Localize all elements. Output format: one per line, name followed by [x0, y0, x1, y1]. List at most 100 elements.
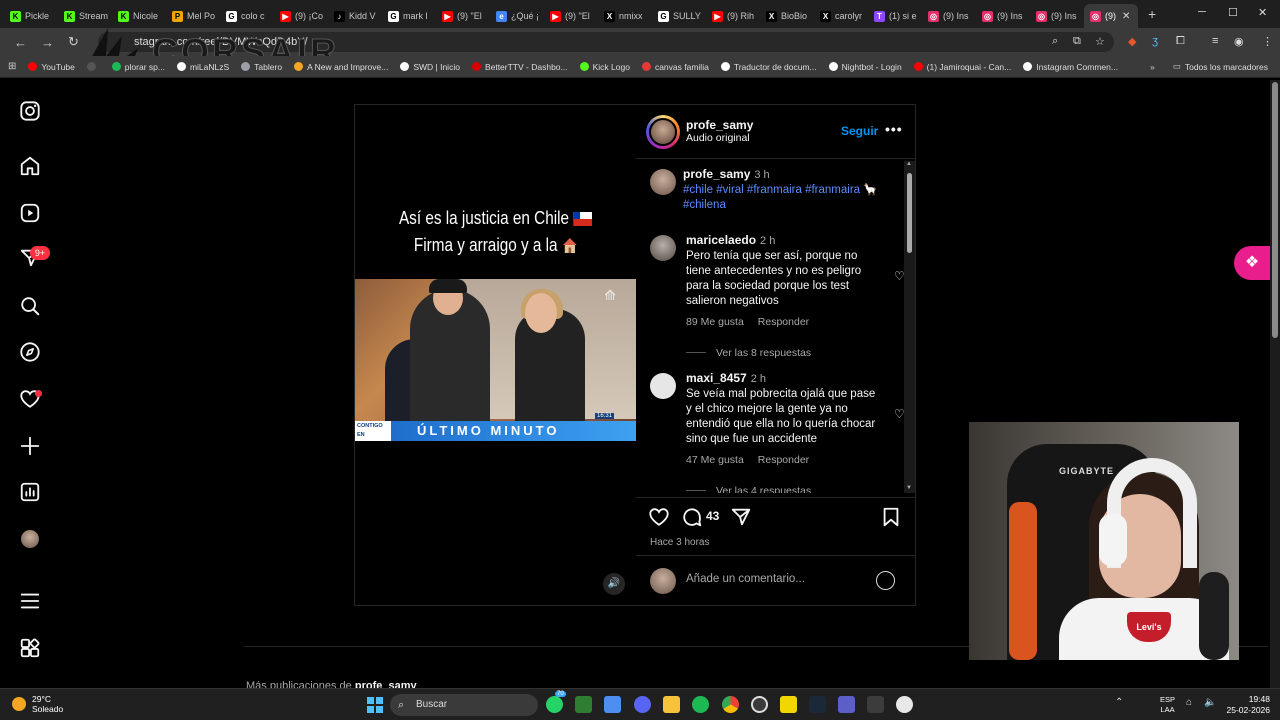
create-plus-icon[interactable] [19, 435, 41, 457]
steam-icon[interactable] [809, 696, 826, 713]
forward-icon[interactable]: → [41, 35, 54, 50]
obs-icon[interactable] [751, 696, 768, 713]
caption-username[interactable]: profe_samy [683, 167, 750, 181]
instagram-logo-icon[interactable] [19, 100, 41, 122]
language-indicator[interactable]: ESP LAA [1160, 695, 1175, 715]
comment-avatar[interactable] [650, 373, 676, 399]
browser-tab[interactable]: X BioBio [760, 4, 814, 28]
more-options-icon[interactable]: ••• [885, 121, 903, 137]
reply-button[interactable]: Responder [758, 454, 809, 466]
profile-avatar[interactable]: ◉ [1234, 35, 1244, 48]
bookmark-item[interactable]: (1) Jamiroquai - Can... [913, 62, 1011, 72]
bookmark-item[interactable]: Tablero [241, 62, 282, 72]
new-tab-button[interactable]: + [1148, 6, 1156, 22]
caption-hashtags[interactable]: #chile #viral #franmaira #franmaira 🦙 #c… [683, 184, 878, 211]
spotify-icon[interactable] [692, 696, 709, 713]
post-time[interactable]: Hace 3 horas [650, 537, 709, 548]
reply-button[interactable]: Responder [758, 316, 809, 328]
owner-avatar[interactable] [646, 115, 680, 149]
comment-likes[interactable]: 89 Me gusta [686, 316, 744, 328]
save-bookmark-icon[interactable] [880, 506, 902, 528]
caption-avatar[interactable] [650, 169, 676, 195]
audio-link[interactable]: Audio original [686, 132, 753, 144]
comments-scrollbar[interactable]: ▲ ▼ [904, 161, 915, 493]
excel-icon[interactable] [575, 696, 592, 713]
follow-button[interactable]: Seguir [841, 124, 878, 138]
install-icon[interactable]: ⧉ [1073, 35, 1081, 48]
discord-icon[interactable] [634, 696, 651, 713]
reel-media[interactable]: Así es la justicia en Chile Firma y arra… [355, 105, 636, 605]
also-from-meta-icon[interactable] [19, 637, 41, 659]
volume-icon[interactable]: 🔈 [1204, 697, 1216, 708]
browser-tab[interactable]: Gmark l [382, 4, 436, 28]
add-comment-input[interactable]: Añade un comentario... [686, 573, 805, 585]
bookmark-item[interactable] [86, 62, 100, 71]
browser-tab[interactable]: ◎ (9) Ins [1030, 4, 1084, 28]
apps-grid-icon[interactable]: ⊞ [8, 61, 16, 72]
bookmarks-overflow-icon[interactable]: » [1150, 62, 1155, 72]
system-clock[interactable]: 19:48 25-02-2026 [1222, 694, 1270, 716]
comment-username[interactable]: maxi_8457 [686, 371, 747, 385]
all-bookmarks[interactable]: » ▭ Todos los marcadores [1150, 61, 1268, 72]
browser-tab[interactable]: ▶ (9) Rih [706, 4, 760, 28]
page-scrollbar[interactable] [1270, 80, 1280, 688]
bookmark-item[interactable]: canvas familia [641, 62, 709, 72]
browser-tab[interactable]: ◎ (9) Ins [922, 4, 976, 28]
browser-tab[interactable]: G SULLY [652, 4, 706, 28]
comment-likes[interactable]: 47 Me gusta [686, 454, 744, 466]
whatsapp-icon[interactable] [546, 696, 563, 713]
weather-widget[interactable]: 29°C Soleado [12, 694, 63, 714]
bookmark-item[interactable]: Kick Logo [579, 62, 630, 72]
extension-fox-icon[interactable]: ◆ [1128, 35, 1136, 48]
like-heart-icon[interactable] [648, 506, 670, 528]
floating-extension-button[interactable]: ❖ [1234, 246, 1270, 280]
bookmark-star-icon[interactable]: ☆ [1095, 35, 1105, 48]
owner-username[interactable]: profe_samy [686, 118, 753, 132]
more-menu-icon[interactable] [19, 590, 41, 612]
menu-icon[interactable]: ⋮ [1262, 35, 1273, 48]
profile-avatar[interactable] [19, 528, 41, 550]
start-button[interactable] [367, 697, 383, 713]
tray-overflow-icon[interactable]: ⌃ [1115, 697, 1123, 708]
app-icon[interactable] [867, 696, 884, 713]
share-icon[interactable] [730, 506, 752, 528]
extension-translate-icon[interactable]: ʒ [1152, 35, 1158, 47]
notepad-icon[interactable] [604, 696, 621, 713]
bot-app-icon[interactable] [896, 696, 913, 713]
bookmark-item[interactable]: A New and Improve... [294, 62, 388, 72]
view-replies-button[interactable]: Ver las 4 respuestas [686, 485, 811, 493]
comment-avatar[interactable] [650, 235, 676, 261]
browser-tab[interactable]: ◎ (9) ✕ [1084, 4, 1138, 28]
maximize-icon[interactable]: ☐ [1228, 6, 1238, 19]
bookmark-item[interactable]: miLaNLzS [176, 62, 229, 72]
browser-tab[interactable]: ▶ (9) "El [544, 4, 598, 28]
extensions-icon[interactable]: ⧠ [1176, 35, 1185, 48]
more-posts-username[interactable]: profe_samy [355, 680, 417, 688]
zoom-icon[interactable]: ⌕ [1052, 35, 1058, 48]
taskbar-search[interactable]: ⌕ Buscar [390, 694, 538, 716]
chrome-icon[interactable] [722, 696, 739, 713]
emoji-icon[interactable] [876, 571, 895, 590]
tab-close-icon[interactable]: ✕ [1122, 11, 1130, 22]
view-replies-button[interactable]: Ver las 8 respuestas [686, 347, 811, 359]
browser-tab[interactable]: Xnmixx [598, 4, 652, 28]
bookmark-item[interactable]: BetterTTV - Dashbo... [471, 62, 568, 72]
bookmark-item[interactable]: SWD | Inicio [400, 62, 460, 72]
browser-tab[interactable]: ◎ (9) Ins [976, 4, 1030, 28]
volume-icon[interactable]: 🔊 [603, 573, 625, 595]
minimize-icon[interactable]: ─ [1198, 6, 1206, 18]
back-icon[interactable]: ← [14, 35, 27, 50]
comment-username[interactable]: maricelaedo [686, 233, 756, 247]
dashboard-icon[interactable] [19, 481, 41, 503]
window-close-icon[interactable]: ✕ [1258, 6, 1267, 19]
browser-tab[interactable]: K Pickle [4, 4, 58, 28]
explore-compass-icon[interactable] [19, 341, 41, 363]
network-icon[interactable]: ⌂ [1186, 697, 1192, 708]
sticky-notes-icon[interactable] [780, 696, 797, 713]
bookmark-item[interactable]: plorar sp... [111, 62, 165, 72]
bookmark-item[interactable]: Instagram Commen... [1023, 62, 1118, 72]
browser-tab[interactable]: e ¿Qué ¡ [490, 4, 544, 28]
bookmark-item[interactable]: Traductor de docum... [720, 62, 817, 72]
bookmark-item[interactable]: Nightbot - Login [828, 62, 902, 72]
home-icon[interactable] [19, 155, 41, 177]
